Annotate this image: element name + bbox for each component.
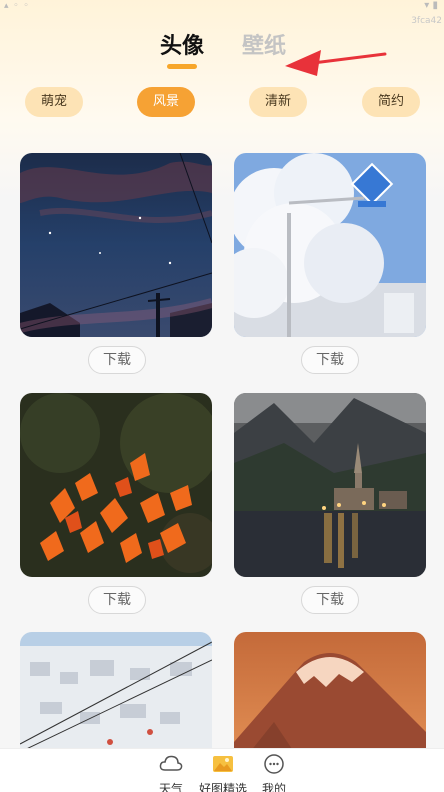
tab-wallpaper[interactable]: 壁纸 bbox=[242, 28, 286, 60]
nav-weather-label: 天气 bbox=[158, 782, 183, 792]
tab-avatar[interactable]: 头像 bbox=[160, 28, 204, 60]
chip-scenery[interactable]: 风景 bbox=[137, 87, 195, 117]
snow-tree-image bbox=[234, 153, 426, 337]
download-button[interactable]: 下载 bbox=[88, 346, 146, 374]
signal-battery-icons: ▾ ▮ bbox=[424, 0, 438, 11]
nav-mine-label: 我的 bbox=[261, 782, 286, 792]
lakeside-village-image bbox=[234, 393, 426, 577]
chip-fresh[interactable]: 清新 bbox=[249, 87, 307, 117]
cloud-icon bbox=[159, 755, 183, 771]
profile-icon bbox=[264, 754, 284, 774]
build-tag: 3fca42 bbox=[411, 16, 442, 26]
night-sky-image bbox=[20, 153, 212, 337]
download-button[interactable]: 下载 bbox=[301, 586, 359, 614]
annotation-arrow-icon bbox=[285, 50, 387, 76]
status-bar: ▴ ◦ ◦ ▾ ▮ bbox=[0, 0, 444, 12]
active-tab-indicator bbox=[167, 64, 197, 69]
wallpaper-card-lakeside-village[interactable] bbox=[234, 393, 426, 577]
wallpaper-card-snow-tree[interactable] bbox=[234, 153, 426, 337]
chip-minimal[interactable]: 简约 bbox=[362, 87, 420, 117]
wallpaper-card-autumn-leaves[interactable] bbox=[20, 393, 212, 577]
nav-mine[interactable]: 我的 bbox=[244, 753, 304, 792]
download-button[interactable]: 下载 bbox=[88, 586, 146, 614]
autumn-leaves-image bbox=[20, 393, 212, 577]
download-button[interactable]: 下载 bbox=[301, 346, 359, 374]
category-chips: 萌宠 风景 清新 简约 bbox=[0, 87, 444, 119]
chip-cute-pets[interactable]: 萌宠 bbox=[25, 87, 83, 117]
top-tabs: 头像 壁纸 bbox=[0, 26, 444, 76]
wallpaper-card-night-sky[interactable] bbox=[20, 153, 212, 337]
nav-weather[interactable]: 天气 bbox=[141, 753, 201, 792]
status-notification-icons: ▴ ◦ ◦ bbox=[4, 1, 30, 11]
bottom-nav: 天气 好图精选 我的 bbox=[0, 748, 444, 792]
picture-icon bbox=[213, 756, 233, 772]
